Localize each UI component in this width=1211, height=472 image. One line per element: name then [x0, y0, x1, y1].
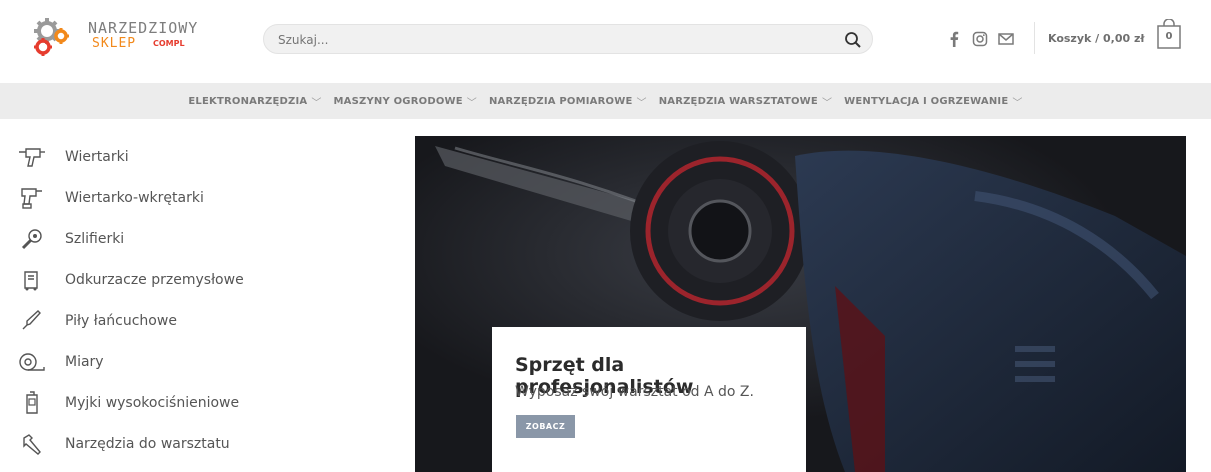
- logo-text-line2: SKLEP: [92, 36, 137, 51]
- sidebar-item-pily-lancuchowe[interactable]: Piły łańcuchowe: [18, 300, 338, 341]
- sidebar-item-label: Narzędzia do warsztatu: [65, 435, 230, 452]
- sidebar-item-label: Wiertarko-wkrętarki: [65, 189, 204, 206]
- chevron-down-icon: ﹀: [1012, 97, 1023, 109]
- sidebar-item-wiertarki[interactable]: Wiertarki: [18, 136, 338, 177]
- site-logo[interactable]: NARZEDZIOWY SKLEP COMPL: [30, 16, 240, 58]
- sidebar-item-szlifierki[interactable]: Szlifierki: [18, 218, 338, 259]
- nav-item-narzedzia-warsztatowe[interactable]: NARZĘDZIA WARSZTATOWE ﹀: [659, 94, 832, 109]
- site-header: NARZEDZIOWY SKLEP COMPL Koszyk / 0,00 zł: [0, 0, 1211, 80]
- sidebar-item-wiertarko-wkretarki[interactable]: Wiertarko-wkrętarki: [18, 177, 338, 218]
- vacuum-icon: [18, 266, 46, 294]
- chevron-down-icon: ﹀: [311, 97, 322, 109]
- nav-item-label: MASZYNY OGRODOWE: [333, 95, 463, 107]
- tape-measure-icon: [18, 348, 46, 376]
- nav-item-label: NARZĘDZIA POMIAROWE: [488, 95, 633, 107]
- search-input[interactable]: [278, 31, 818, 49]
- sidebar-item-label: Szlifierki: [65, 230, 125, 247]
- facebook-icon[interactable]: [946, 31, 962, 47]
- chevron-down-icon: ﹀: [821, 97, 833, 109]
- sidebar-item-odkurzacze[interactable]: Odkurzacze przemysłowe: [18, 259, 338, 300]
- envelope-icon[interactable]: [998, 31, 1014, 47]
- search-button[interactable]: [844, 31, 862, 49]
- sidebar-item-label: Piły łańcuchowe: [65, 312, 177, 329]
- nav-item-maszyny-ogrodowe[interactable]: MASZYNY OGRODOWE ﹀: [334, 94, 477, 109]
- hammer-icon: [18, 430, 46, 458]
- sidebar-item-narzedzia-warsztat[interactable]: Narzędzia do warsztatu: [18, 423, 338, 464]
- chevron-down-icon: ﹀: [636, 97, 647, 109]
- logo-text-line1: NARZEDZIOWY: [88, 19, 199, 37]
- chainsaw-icon: [18, 307, 46, 335]
- instagram-icon[interactable]: [972, 31, 988, 47]
- drill-icon: [18, 143, 46, 171]
- sidebar-item-label: Wiertarki: [65, 148, 129, 165]
- see-more-button[interactable]: ZOBACZ: [516, 415, 575, 438]
- logo-text-line3: COMPL: [153, 39, 185, 48]
- cart-link[interactable]: Koszyk / 0,00 zł: [1048, 32, 1144, 45]
- chevron-down-icon: ﹀: [466, 97, 477, 109]
- search-icon: [845, 32, 861, 48]
- sidebar-item-miary[interactable]: Miary: [18, 341, 338, 382]
- hero-promo-box: Sprzęt dla profesjonalistów Wyposaż swój…: [492, 327, 806, 472]
- main-navigation: ELEKTRONARZĘDZIA ﹀ MASZYNY OGRODOWE ﹀ NARZ…: [0, 83, 1211, 119]
- search-bar: [263, 24, 873, 54]
- nav-item-narzedzia-pomiarowe[interactable]: NARZĘDZIA POMIAROWE ﹀: [489, 94, 647, 109]
- sidebar-item-label: Myjki wysokociśnieniowe: [65, 394, 240, 411]
- pressure-washer-icon: [18, 389, 46, 417]
- sidebar-item-label: Miary: [65, 353, 104, 370]
- category-sidebar: Wiertarki Wiertarko-wkrętarki Szlifierki…: [18, 136, 338, 464]
- hero-subtitle: Wyposaż swój warsztat od A do Z.: [515, 384, 754, 400]
- sidebar-item-myjki[interactable]: Myjki wysokociśnieniowe: [18, 382, 338, 423]
- cart-count-badge: 0: [1165, 31, 1173, 42]
- gears-logo-icon: [34, 18, 69, 56]
- nav-item-label: WENTYLACJA I OGRZEWANIE: [844, 95, 1009, 107]
- social-links: [946, 28, 1014, 50]
- sidebar-item-label: Odkurzacze przemysłowe: [65, 271, 244, 288]
- nav-item-wentylacja[interactable]: WENTYLACJA I OGRZEWANIE ﹀: [844, 94, 1022, 109]
- header-divider: [1034, 22, 1035, 54]
- grinder-icon: [18, 225, 46, 253]
- nav-item-label: ELEKTRONARZĘDZIA: [188, 95, 308, 107]
- drill-driver-icon: [18, 184, 46, 212]
- cart-button[interactable]: 0: [1156, 18, 1182, 51]
- nav-item-label: NARZĘDZIA WARSZTATOWE: [658, 95, 818, 107]
- nav-item-elektronarzedzia[interactable]: ELEKTRONARZĘDZIA ﹀: [188, 94, 321, 109]
